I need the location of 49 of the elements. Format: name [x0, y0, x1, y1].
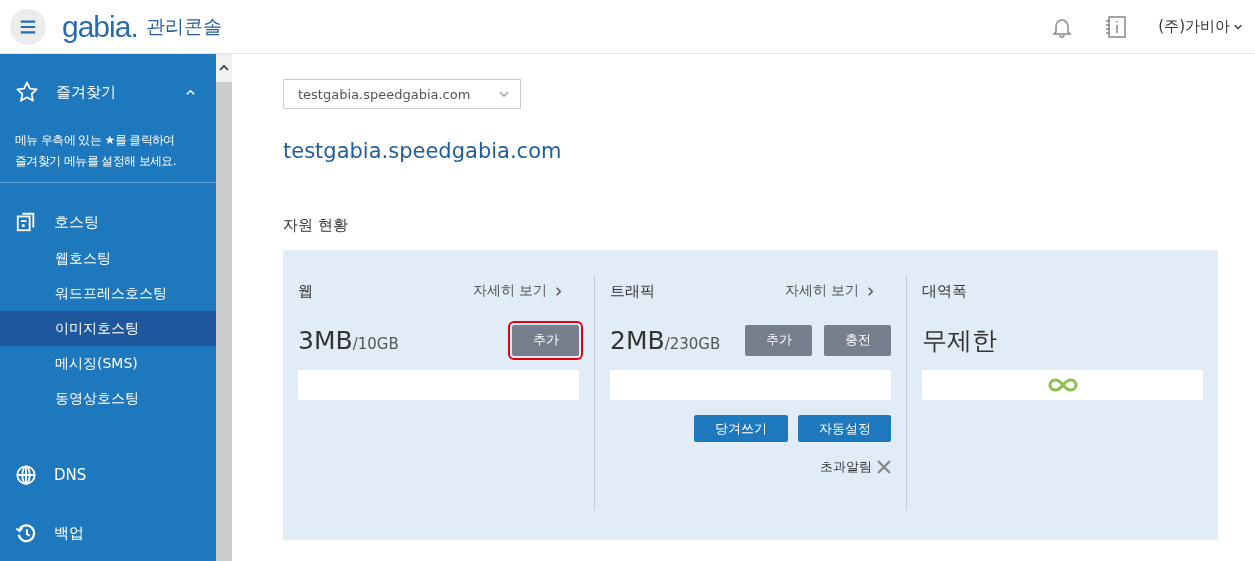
scrollbar[interactable]: [216, 54, 232, 561]
globe-icon: [15, 464, 37, 486]
add-button[interactable]: 충전: [824, 324, 891, 356]
chevron-icon: [865, 285, 876, 297]
select-value: testgabia.speedgabia.com: [298, 86, 471, 102]
total-amount: /10GB: [352, 334, 399, 353]
section-title: 자원 현황: [283, 216, 349, 235]
chevron-icon: [553, 285, 564, 297]
domain-select[interactable]: testgabia.speedgabia.com: [283, 79, 521, 109]
total-amount: /230GB: [664, 334, 721, 353]
nav-group[interactable]: 백업: [0, 514, 216, 552]
resource-title: 웹: [298, 281, 313, 301]
caret-icon: [498, 88, 510, 100]
nav-item[interactable]: 이미지호스팅: [0, 311, 216, 346]
infinity-icon: [1047, 378, 1078, 392]
nav-group[interactable]: DNS: [0, 456, 216, 494]
info-icon: [1104, 14, 1129, 39]
add-button[interactable]: 추가: [512, 324, 579, 356]
action-button[interactable]: 자동설정: [798, 415, 891, 442]
star-icon: [15, 80, 39, 104]
favorites-header[interactable]: 즐겨찾기: [0, 54, 216, 130]
nav-item[interactable]: 웹호스팅: [0, 241, 216, 276]
used-amount: 2MB: [610, 325, 665, 355]
domain-title: testgabia.speedgabia.com: [283, 139, 563, 163]
resource-title: 대역폭: [922, 281, 967, 301]
used-amount: 3MB: [298, 325, 353, 355]
favorites-label: 즐겨찾기: [56, 82, 117, 102]
nav-group[interactable]: 호스팅: [0, 203, 216, 241]
app-title: 관리콘솔: [145, 13, 222, 39]
nav-item[interactable]: 동영상호스팅: [0, 381, 216, 416]
logo[interactable]: gabia.: [62, 11, 138, 42]
detail-link[interactable]: 자세히 보기: [784, 282, 876, 300]
nav-group-label: 백업: [54, 523, 85, 543]
cards-icon: [15, 211, 37, 233]
scroll-up-icon: [216, 54, 232, 82]
nav-group-label: DNS: [54, 466, 88, 484]
menu-button[interactable]: [10, 8, 46, 45]
unlimited-value: 무제한: [922, 324, 997, 357]
resource-title: 트래픽: [610, 281, 655, 301]
nav-group-label: 호스팅: [54, 212, 100, 232]
alert-label: 초과알림: [820, 458, 872, 476]
add-button[interactable]: 추가: [745, 324, 812, 356]
account-menu[interactable]: (주)가비아: [1158, 17, 1243, 36]
detail-link[interactable]: 자세히 보기: [472, 282, 564, 300]
close-icon[interactable]: [877, 460, 891, 474]
action-button[interactable]: 당겨쓰기: [694, 415, 788, 442]
nav-item[interactable]: 워드프레스호스팅: [0, 276, 216, 311]
history-icon: [15, 522, 37, 544]
nav-item[interactable]: 메시징(SMS): [0, 346, 216, 381]
